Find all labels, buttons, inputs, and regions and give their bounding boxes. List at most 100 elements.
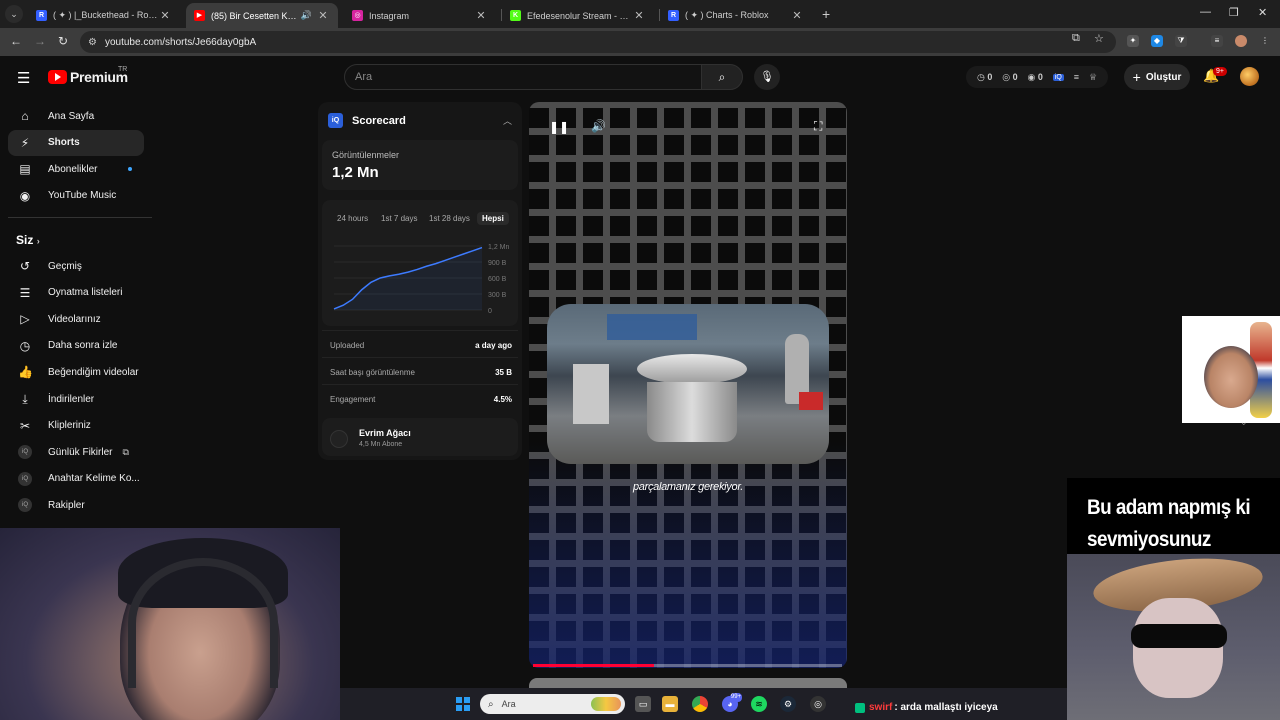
- chart-y-tick-label: 0: [488, 308, 492, 315]
- range-tab-24h[interactable]: 24 hours: [337, 214, 368, 223]
- fullscreen-icon[interactable]: ⛶: [814, 119, 822, 134]
- range-tab-all[interactable]: Hepsi: [477, 212, 509, 225]
- sidebar-item-label: Rakipler: [48, 499, 85, 511]
- meme-overlay: Bu adam napmış ki sevmiyosunuz: [1067, 478, 1280, 720]
- sidebar-item[interactable]: ⚡ Shorts: [8, 129, 144, 156]
- browser-menu-icon[interactable]: ⋮: [1259, 35, 1271, 47]
- row-divider: [322, 384, 518, 385]
- sidebar-item[interactable]: iQ Günlük Fikirler ⧉: [8, 439, 144, 465]
- sidebar-item-label: Abonelikler: [48, 163, 98, 175]
- chrome-icon[interactable]: [692, 696, 708, 712]
- vidiq-icon: iQ: [1052, 73, 1064, 81]
- sidebar-item[interactable]: iQ Anahtar Kelime Ko...: [8, 466, 144, 492]
- task-view-icon[interactable]: ▭: [635, 696, 651, 712]
- channel-avatar[interactable]: [330, 430, 348, 448]
- site-info-icon[interactable]: ⚙: [88, 37, 97, 48]
- extension-icon[interactable]: ◆: [1151, 35, 1163, 47]
- search-button[interactable]: ⌕: [701, 64, 743, 90]
- create-label: Oluştur: [1145, 71, 1182, 83]
- sidebar-item[interactable]: ◉ YouTube Music: [8, 183, 144, 209]
- video-subtitle: parçalamanız gerekiyor.: [632, 481, 744, 493]
- address-bar[interactable]: ⚙ youtube.com/shorts/Je66day0gbA: [80, 31, 1116, 53]
- logo-country: TR: [118, 66, 128, 73]
- voice-search-button[interactable]: 🎙: [754, 64, 780, 90]
- tab-close-icon[interactable]: ✕: [474, 9, 488, 22]
- browser-tab[interactable]: ▶ (85) Bir Cesetten Kurtulmanın🔊 ✕: [186, 3, 338, 28]
- vidiq-icon: iQ: [18, 445, 32, 460]
- windows-start-icon[interactable]: [456, 697, 470, 711]
- sidebar-item[interactable]: ↺ Geçmiş: [8, 253, 144, 279]
- video-progress-bar[interactable]: [533, 664, 842, 667]
- range-tab-28d[interactable]: 1st 28 days: [429, 214, 470, 223]
- tab-close-icon[interactable]: ✕: [632, 9, 646, 22]
- pause-icon[interactable]: ❚❚: [549, 120, 569, 134]
- trophy-icon: ♕: [1088, 71, 1098, 82]
- sidebar-item[interactable]: ⤓ İndirilenler: [8, 386, 144, 412]
- range-tab-7d[interactable]: 1st 7 days: [381, 214, 417, 223]
- channel-name[interactable]: Evrim Ağacı: [359, 428, 411, 438]
- browser-tab[interactable]: R ( ✦ ) |_Buckethead - Roblox ✕: [28, 3, 180, 28]
- minimize-icon[interactable]: —: [1200, 6, 1211, 18]
- tab-close-icon[interactable]: ✕: [158, 9, 172, 22]
- reading-list-icon[interactable]: ≡: [1211, 35, 1223, 47]
- browser-toolbar: ← → ↻ ⚙ youtube.com/shorts/Je66day0gbA ⧉…: [0, 28, 1280, 56]
- youtube-play-icon: [48, 70, 67, 84]
- sidebar-item[interactable]: ☰ Oynatma listeleri: [8, 280, 144, 306]
- chart-y-tick-label: 300 B: [488, 292, 507, 299]
- stat-1: ◷ 0: [976, 71, 993, 82]
- obs-icon[interactable]: ◎: [810, 696, 826, 712]
- sunglasses: [1131, 624, 1227, 648]
- forward-icon[interactable]: →: [34, 34, 46, 48]
- new-tab-icon[interactable]: +: [822, 6, 830, 22]
- spotify-icon[interactable]: ≋: [751, 696, 767, 712]
- sidebar-item[interactable]: ▷ Videolarınız: [8, 306, 144, 332]
- headset: [128, 558, 278, 688]
- tab-title: ( ✦ ) |_Buckethead - Roblox: [53, 10, 158, 20]
- sidebar-item[interactable]: 👍 Beğendiğim videolar: [8, 359, 144, 385]
- sidebar-item[interactable]: ▤ Abonelikler: [8, 156, 144, 182]
- back-icon[interactable]: ←: [10, 34, 22, 48]
- scroll-down-arrow-icon[interactable]: ⌄: [1240, 417, 1252, 429]
- file-explorer-icon[interactable]: ▬: [662, 696, 678, 712]
- channel-card[interactable]: [322, 418, 518, 456]
- tab-separator: [659, 9, 660, 21]
- sidebar-item-label: YouTube Music: [48, 190, 117, 202]
- restore-icon[interactable]: ❐: [1229, 6, 1239, 19]
- tab-audio-icon[interactable]: 🔊: [301, 10, 312, 21]
- guide-menu-icon[interactable]: ☰: [17, 69, 30, 87]
- taskbar-search[interactable]: ⌕ Ara: [480, 694, 625, 714]
- sidebar-you-header[interactable]: Siz ›: [16, 233, 40, 247]
- browser-tab[interactable]: K Efedesenolur Stream - Watch Li✕: [502, 3, 654, 28]
- extensions-puzzle-icon[interactable]: ⧩: [1175, 35, 1187, 47]
- sidebar-item[interactable]: ◷ Daha sonra izle: [8, 333, 144, 359]
- steam-icon[interactable]: ⚙: [780, 696, 796, 712]
- tab-search-icon[interactable]: ⌄: [5, 5, 23, 23]
- account-avatar[interactable]: [1240, 67, 1259, 86]
- sidebar-item[interactable]: ⌂ Ana Sayfa: [8, 103, 144, 129]
- tab-favicon-icon: ▶: [194, 10, 205, 21]
- search-input[interactable]: [355, 71, 701, 83]
- volume-icon[interactable]: 🔊: [591, 119, 606, 133]
- scorecard-row-engagement: Engagement 4.5%: [330, 395, 512, 404]
- sidebar-item-label: İndirilenler: [48, 393, 95, 405]
- sidebar-item[interactable]: iQ Rakipler: [8, 492, 144, 518]
- plus-icon: +: [1132, 69, 1141, 85]
- tab-close-icon[interactable]: ✕: [316, 9, 330, 22]
- bookmark-star-icon[interactable]: ☆: [1094, 32, 1104, 45]
- tab-close-icon[interactable]: ✕: [790, 9, 804, 22]
- collapse-chevron-icon[interactable]: ︿: [503, 114, 512, 127]
- video-progress-fill: [533, 664, 654, 667]
- row-divider: [322, 357, 518, 358]
- profile-icon[interactable]: [1235, 35, 1247, 47]
- browser-tab[interactable]: ◎ Instagram ✕: [344, 3, 496, 28]
- browser-tab[interactable]: R ( ✦ ) Charts - Roblox ✕: [660, 3, 812, 28]
- sidebar-item[interactable]: ✂ Klipleriniz: [8, 413, 144, 439]
- youtube-logo[interactable]: Premium TR: [48, 66, 128, 85]
- reload-icon[interactable]: ↻: [58, 34, 68, 48]
- chat-text: : arda mallaştı iyiceya: [894, 702, 998, 713]
- cast-icon[interactable]: ⧉: [1072, 32, 1080, 45]
- create-button[interactable]: + Oluştur: [1124, 64, 1190, 90]
- extension-icon[interactable]: ✦: [1127, 35, 1139, 47]
- close-window-icon[interactable]: ✕: [1258, 6, 1267, 19]
- extension-stats-pill[interactable]: ◷ 0 ◎ 0 ◉ 0 iQ ≡ ♕: [966, 66, 1108, 88]
